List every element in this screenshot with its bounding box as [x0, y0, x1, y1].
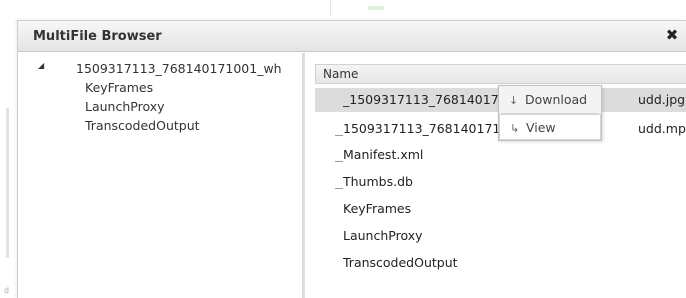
menu-item-download[interactable]: ↓ Download — [499, 87, 601, 113]
menu-item-label: Download — [524, 92, 588, 107]
row-marker — [335, 135, 343, 136]
file-row[interactable]: KeyFrames — [315, 197, 686, 221]
row-marker — [335, 161, 343, 162]
folder-tree: ◢ 1509317113_768140171001_wh KeyFrames L… — [18, 53, 302, 298]
background-indicator — [368, 6, 384, 10]
file-name-start: 1509317113_768140171 — [343, 121, 501, 136]
pane-splitter[interactable] — [302, 53, 305, 298]
file-name: KeyFrames — [343, 201, 412, 216]
row-marker — [335, 188, 343, 189]
menu-item-view[interactable]: ↳ View — [499, 114, 601, 140]
close-icon[interactable]: ✖ — [664, 27, 680, 43]
background-left-mark: d — [4, 286, 10, 295]
multifile-browser-dialog: MultiFile Browser ✖ ◢ 1509317113_7681401… — [17, 20, 686, 298]
file-row[interactable]: LaunchProxy — [315, 224, 686, 248]
background-divider — [330, 0, 331, 16]
tree-node-keyframes[interactable]: KeyFrames — [85, 80, 153, 95]
context-menu: ↓ Download ↳ View — [498, 85, 602, 141]
column-header-name[interactable]: Name — [315, 64, 686, 84]
dialog-titlebar[interactable]: MultiFile Browser ✖ — [18, 21, 686, 52]
tree-node-transcodedoutput[interactable]: TranscodedOutput — [85, 118, 200, 133]
background-left-strip — [0, 52, 17, 298]
file-name: LaunchProxy — [343, 228, 423, 243]
file-name-end: udd.mp4 — [638, 121, 686, 136]
view-arrow-icon: ↳ — [510, 122, 520, 135]
tree-root-node[interactable]: 1509317113_768140171001_wh — [76, 61, 302, 76]
file-row[interactable]: Manifest.xml — [315, 143, 686, 167]
download-arrow-icon: ↓ — [509, 94, 519, 107]
file-name-start: _1509317113_768140171 — [343, 92, 507, 107]
file-name: TranscodedOutput — [343, 255, 458, 270]
file-name: Thumbs.db — [343, 174, 413, 189]
file-name-end: udd.jpg — [638, 92, 686, 107]
file-row[interactable]: Thumbs.db — [315, 170, 686, 194]
background-scrollbar[interactable] — [6, 108, 9, 258]
tree-node-launchproxy[interactable]: LaunchProxy — [85, 99, 165, 114]
dialog-title: MultiFile Browser — [33, 29, 162, 44]
menu-item-label: View — [525, 120, 556, 135]
collapse-triangle-icon[interactable]: ◢ — [38, 61, 48, 71]
file-row[interactable]: TranscodedOutput — [315, 251, 686, 275]
file-name: Manifest.xml — [343, 147, 424, 162]
